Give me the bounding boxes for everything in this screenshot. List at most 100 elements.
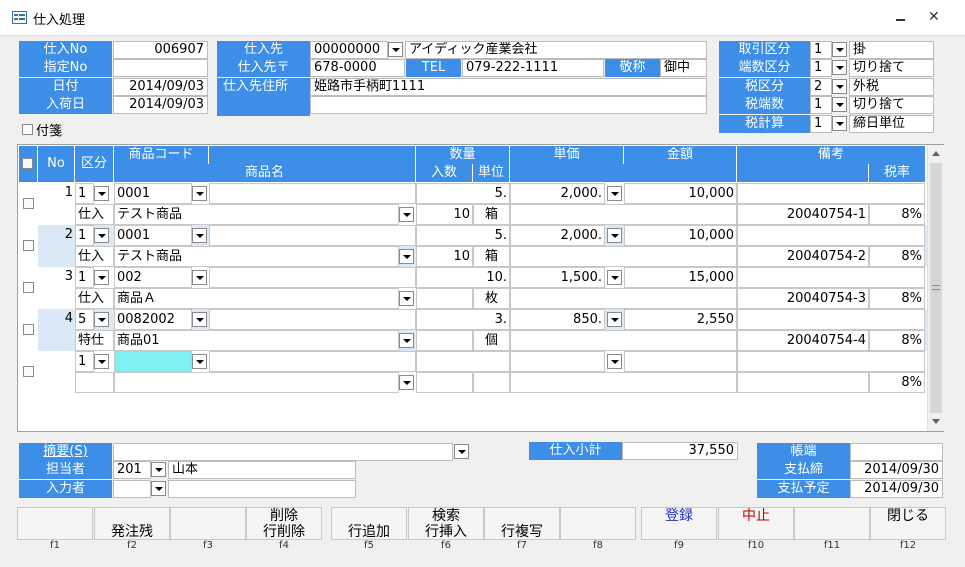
supplier-code-field[interactable]: 00000000 <box>310 41 388 59</box>
row-qty-in[interactable] <box>416 372 473 393</box>
shiharai-yotei-field[interactable]: 2014/09/30 <box>850 480 943 498</box>
supplier-zip-field[interactable]: 678-0000 <box>310 59 405 77</box>
nyuryoku-dropdown[interactable] <box>151 481 166 496</box>
row-item-code-dropdown[interactable] <box>192 186 207 201</box>
f3-button[interactable] <box>170 507 246 540</box>
row-kubun-dropdown[interactable] <box>94 270 109 285</box>
row-price-dropdown[interactable] <box>607 270 622 285</box>
fusen-checkbox[interactable] <box>22 124 33 135</box>
row-qty-in[interactable] <box>416 330 473 351</box>
row-kubun-code[interactable]: 1 <box>75 225 94 246</box>
f11-button[interactable] <box>794 507 870 540</box>
row-price[interactable]: 2,000. <box>510 183 605 204</box>
row-qty[interactable] <box>416 351 510 372</box>
row-select-checkbox[interactable] <box>23 324 34 335</box>
row-remarks-top[interactable] <box>737 351 925 372</box>
row-select-checkbox[interactable] <box>23 240 34 251</box>
supplier-name-field[interactable]: アイディック産業会社 <box>405 41 707 59</box>
f6-button[interactable]: 検索 行挿入 <box>408 507 484 540</box>
minimize-icon[interactable] <box>896 19 905 21</box>
shitei-no-field[interactable] <box>113 59 208 77</box>
f1-button[interactable] <box>17 507 93 540</box>
hasu-code-field[interactable]: 1 <box>810 59 832 77</box>
row-qty[interactable]: 5. <box>416 225 510 246</box>
row-kubun-dropdown[interactable] <box>94 354 109 369</box>
row-qty[interactable]: 3. <box>416 309 510 330</box>
row-item-name-dropdown[interactable] <box>399 333 414 348</box>
f2-button[interactable]: 発注残 <box>94 507 170 540</box>
row-price[interactable]: 2,000. <box>510 225 605 246</box>
row-kubun-code[interactable]: 1 <box>75 183 94 204</box>
f9-button[interactable]: 登録 <box>641 507 717 540</box>
tekiyo-dropdown[interactable] <box>454 444 469 459</box>
address-line2-field[interactable] <box>310 96 707 114</box>
row-qty-in[interactable]: 10 <box>416 246 473 267</box>
row-item-code[interactable] <box>114 351 192 372</box>
f4-button[interactable]: 削除 行削除 <box>246 507 322 540</box>
row-select-checkbox[interactable] <box>23 282 34 293</box>
zei-code-field[interactable]: 2 <box>810 78 832 96</box>
row-kubun-code[interactable]: 1 <box>75 267 94 288</box>
hasu-dropdown[interactable] <box>832 60 847 75</box>
row-remarks-top[interactable] <box>737 225 925 246</box>
date-field[interactable]: 2014/09/03 <box>113 78 208 96</box>
row-select-checkbox[interactable] <box>23 198 34 209</box>
scroll-down-icon[interactable] <box>932 419 940 424</box>
f10-button[interactable]: 中止 <box>718 507 794 540</box>
row-qty-in[interactable] <box>416 288 473 309</box>
row-item-name-dropdown[interactable] <box>399 249 414 264</box>
row-price-dropdown[interactable] <box>607 186 622 201</box>
row-price-dropdown[interactable] <box>607 312 622 327</box>
row-item-name[interactable]: テスト商品 <box>114 246 399 267</box>
row-kubun-dropdown[interactable] <box>94 312 109 327</box>
row-item-code[interactable]: 0082002 <box>114 309 192 330</box>
row-item-name[interactable]: 商品Ａ <box>114 288 399 309</box>
shiharai-shime-field[interactable]: 2014/09/30 <box>850 461 943 479</box>
row-item-name-dropdown[interactable] <box>399 375 414 390</box>
row-item-code-dropdown[interactable] <box>192 354 207 369</box>
keisho-field[interactable]: 御中 <box>660 59 707 77</box>
tekiyo-field[interactable] <box>113 443 453 461</box>
row-item-name[interactable]: テスト商品 <box>114 204 399 225</box>
row-remarks[interactable]: 20040754-1 <box>737 204 869 225</box>
supplier-dropdown[interactable] <box>388 42 403 57</box>
row-item-code[interactable]: 0001 <box>114 225 192 246</box>
grid-scrollbar[interactable] <box>927 145 944 431</box>
row-remarks-top[interactable] <box>737 309 925 330</box>
torihiki-code-field[interactable]: 1 <box>810 41 832 59</box>
f7-button[interactable]: 行複写 <box>484 507 560 540</box>
row-price[interactable]: 850. <box>510 309 605 330</box>
row-kubun-code[interactable]: 5 <box>75 309 94 330</box>
zei-dropdown[interactable] <box>832 79 847 94</box>
tanto-dropdown[interactable] <box>151 462 166 477</box>
row-remarks[interactable]: 20040754-3 <box>737 288 869 309</box>
torihiki-dropdown[interactable] <box>832 42 847 57</box>
row-remarks[interactable]: 20040754-4 <box>737 330 869 351</box>
row-item-code[interactable]: 002 <box>114 267 192 288</box>
zeikeisan-code-field[interactable]: 1 <box>810 115 832 133</box>
row-price[interactable] <box>510 351 605 372</box>
row-item-name[interactable]: 商品01 <box>114 330 399 351</box>
row-item-name-dropdown[interactable] <box>399 291 414 306</box>
row-item-code[interactable]: 0001 <box>114 183 192 204</box>
row-kubun-dropdown[interactable] <box>94 228 109 243</box>
row-item-code-dropdown[interactable] <box>192 270 207 285</box>
row-qty-in[interactable]: 10 <box>416 204 473 225</box>
zeihasu-dropdown[interactable] <box>832 97 847 112</box>
zeihasu-code-field[interactable]: 1 <box>810 96 832 114</box>
f8-button[interactable] <box>560 507 636 540</box>
f5-button[interactable]: 行追加 <box>331 507 407 540</box>
select-all-checkbox[interactable] <box>22 158 33 169</box>
row-price-dropdown[interactable] <box>607 354 622 369</box>
row-price-dropdown[interactable] <box>607 228 622 243</box>
row-item-code-dropdown[interactable] <box>192 228 207 243</box>
shiire-no-field[interactable]: 006907 <box>113 41 208 59</box>
row-item-name[interactable] <box>114 372 399 393</box>
row-remarks[interactable]: 20040754-2 <box>737 246 869 267</box>
nyuryoku-code-field[interactable] <box>113 480 151 498</box>
scroll-up-icon[interactable] <box>932 151 940 156</box>
address-line1-field[interactable]: 姫路市手柄町1111 <box>310 78 707 96</box>
row-qty[interactable]: 10. <box>416 267 510 288</box>
tanto-code-field[interactable]: 201 <box>113 461 151 479</box>
chobata-field[interactable] <box>850 443 943 461</box>
